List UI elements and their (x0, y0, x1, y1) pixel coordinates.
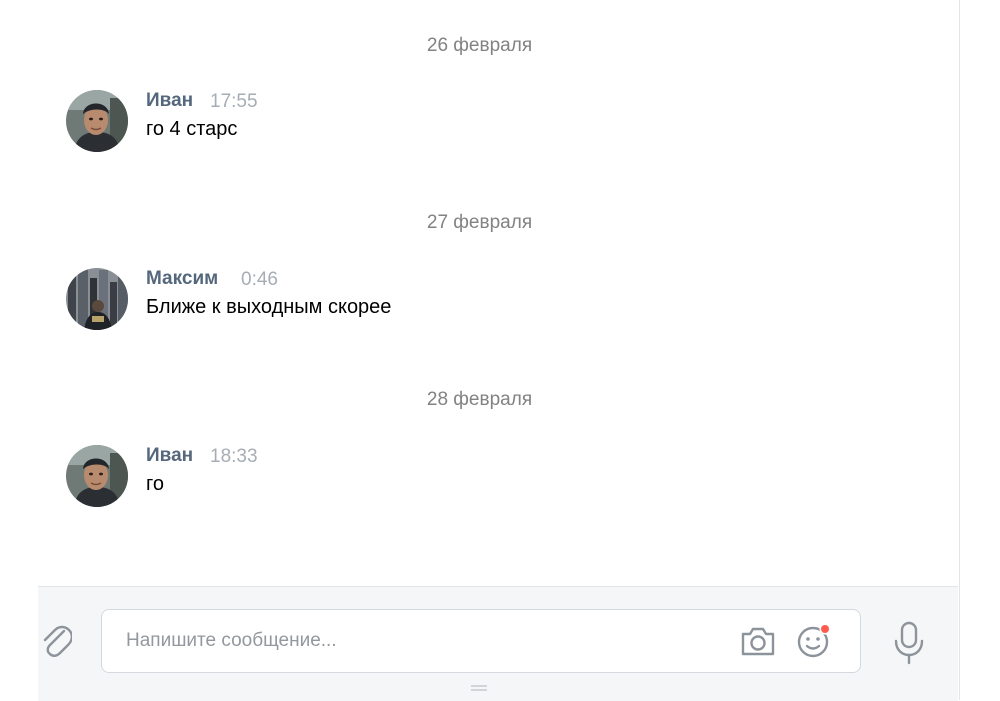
message-history: 26 февраля Иван 17:55 го 4 старс 27 февр… (0, 0, 959, 586)
message-time[interactable]: 17:55 (210, 91, 258, 113)
message-time[interactable]: 0:46 (241, 269, 278, 291)
message-author[interactable]: Иван (146, 445, 193, 467)
avatar-ivan[interactable] (66, 90, 128, 152)
emoji-button[interactable] (795, 622, 833, 660)
avatar-maksim[interactable] (66, 268, 128, 330)
composer-resize-handle[interactable] (470, 680, 488, 691)
paperclip-icon (43, 625, 74, 657)
date-separator: 26 февраля (426, 35, 533, 56)
date-separator: 27 февраля (426, 212, 533, 233)
message-text: го (146, 473, 164, 495)
smiley-icon (797, 623, 831, 658)
camera-button[interactable] (739, 624, 777, 658)
message-author[interactable]: Максим (146, 268, 218, 290)
message-time[interactable]: 18:33 (210, 446, 258, 468)
microphone-icon (894, 621, 924, 665)
voice-message-button[interactable] (891, 621, 927, 665)
message-composer (38, 586, 958, 701)
emoji-badge-dot (821, 625, 829, 633)
date-separator: 28 февраля (426, 389, 533, 410)
message-input[interactable] (124, 622, 708, 660)
message-author[interactable]: Иван (146, 90, 193, 112)
message-text: го 4 старс (146, 118, 238, 140)
right-panel-edge (959, 0, 1000, 700)
avatar-ivan[interactable] (66, 445, 128, 507)
message-text: Ближе к выходным скорее (146, 296, 392, 318)
attach-button[interactable] (38, 622, 74, 662)
camera-icon (741, 627, 775, 656)
message-input-box[interactable] (101, 609, 861, 673)
